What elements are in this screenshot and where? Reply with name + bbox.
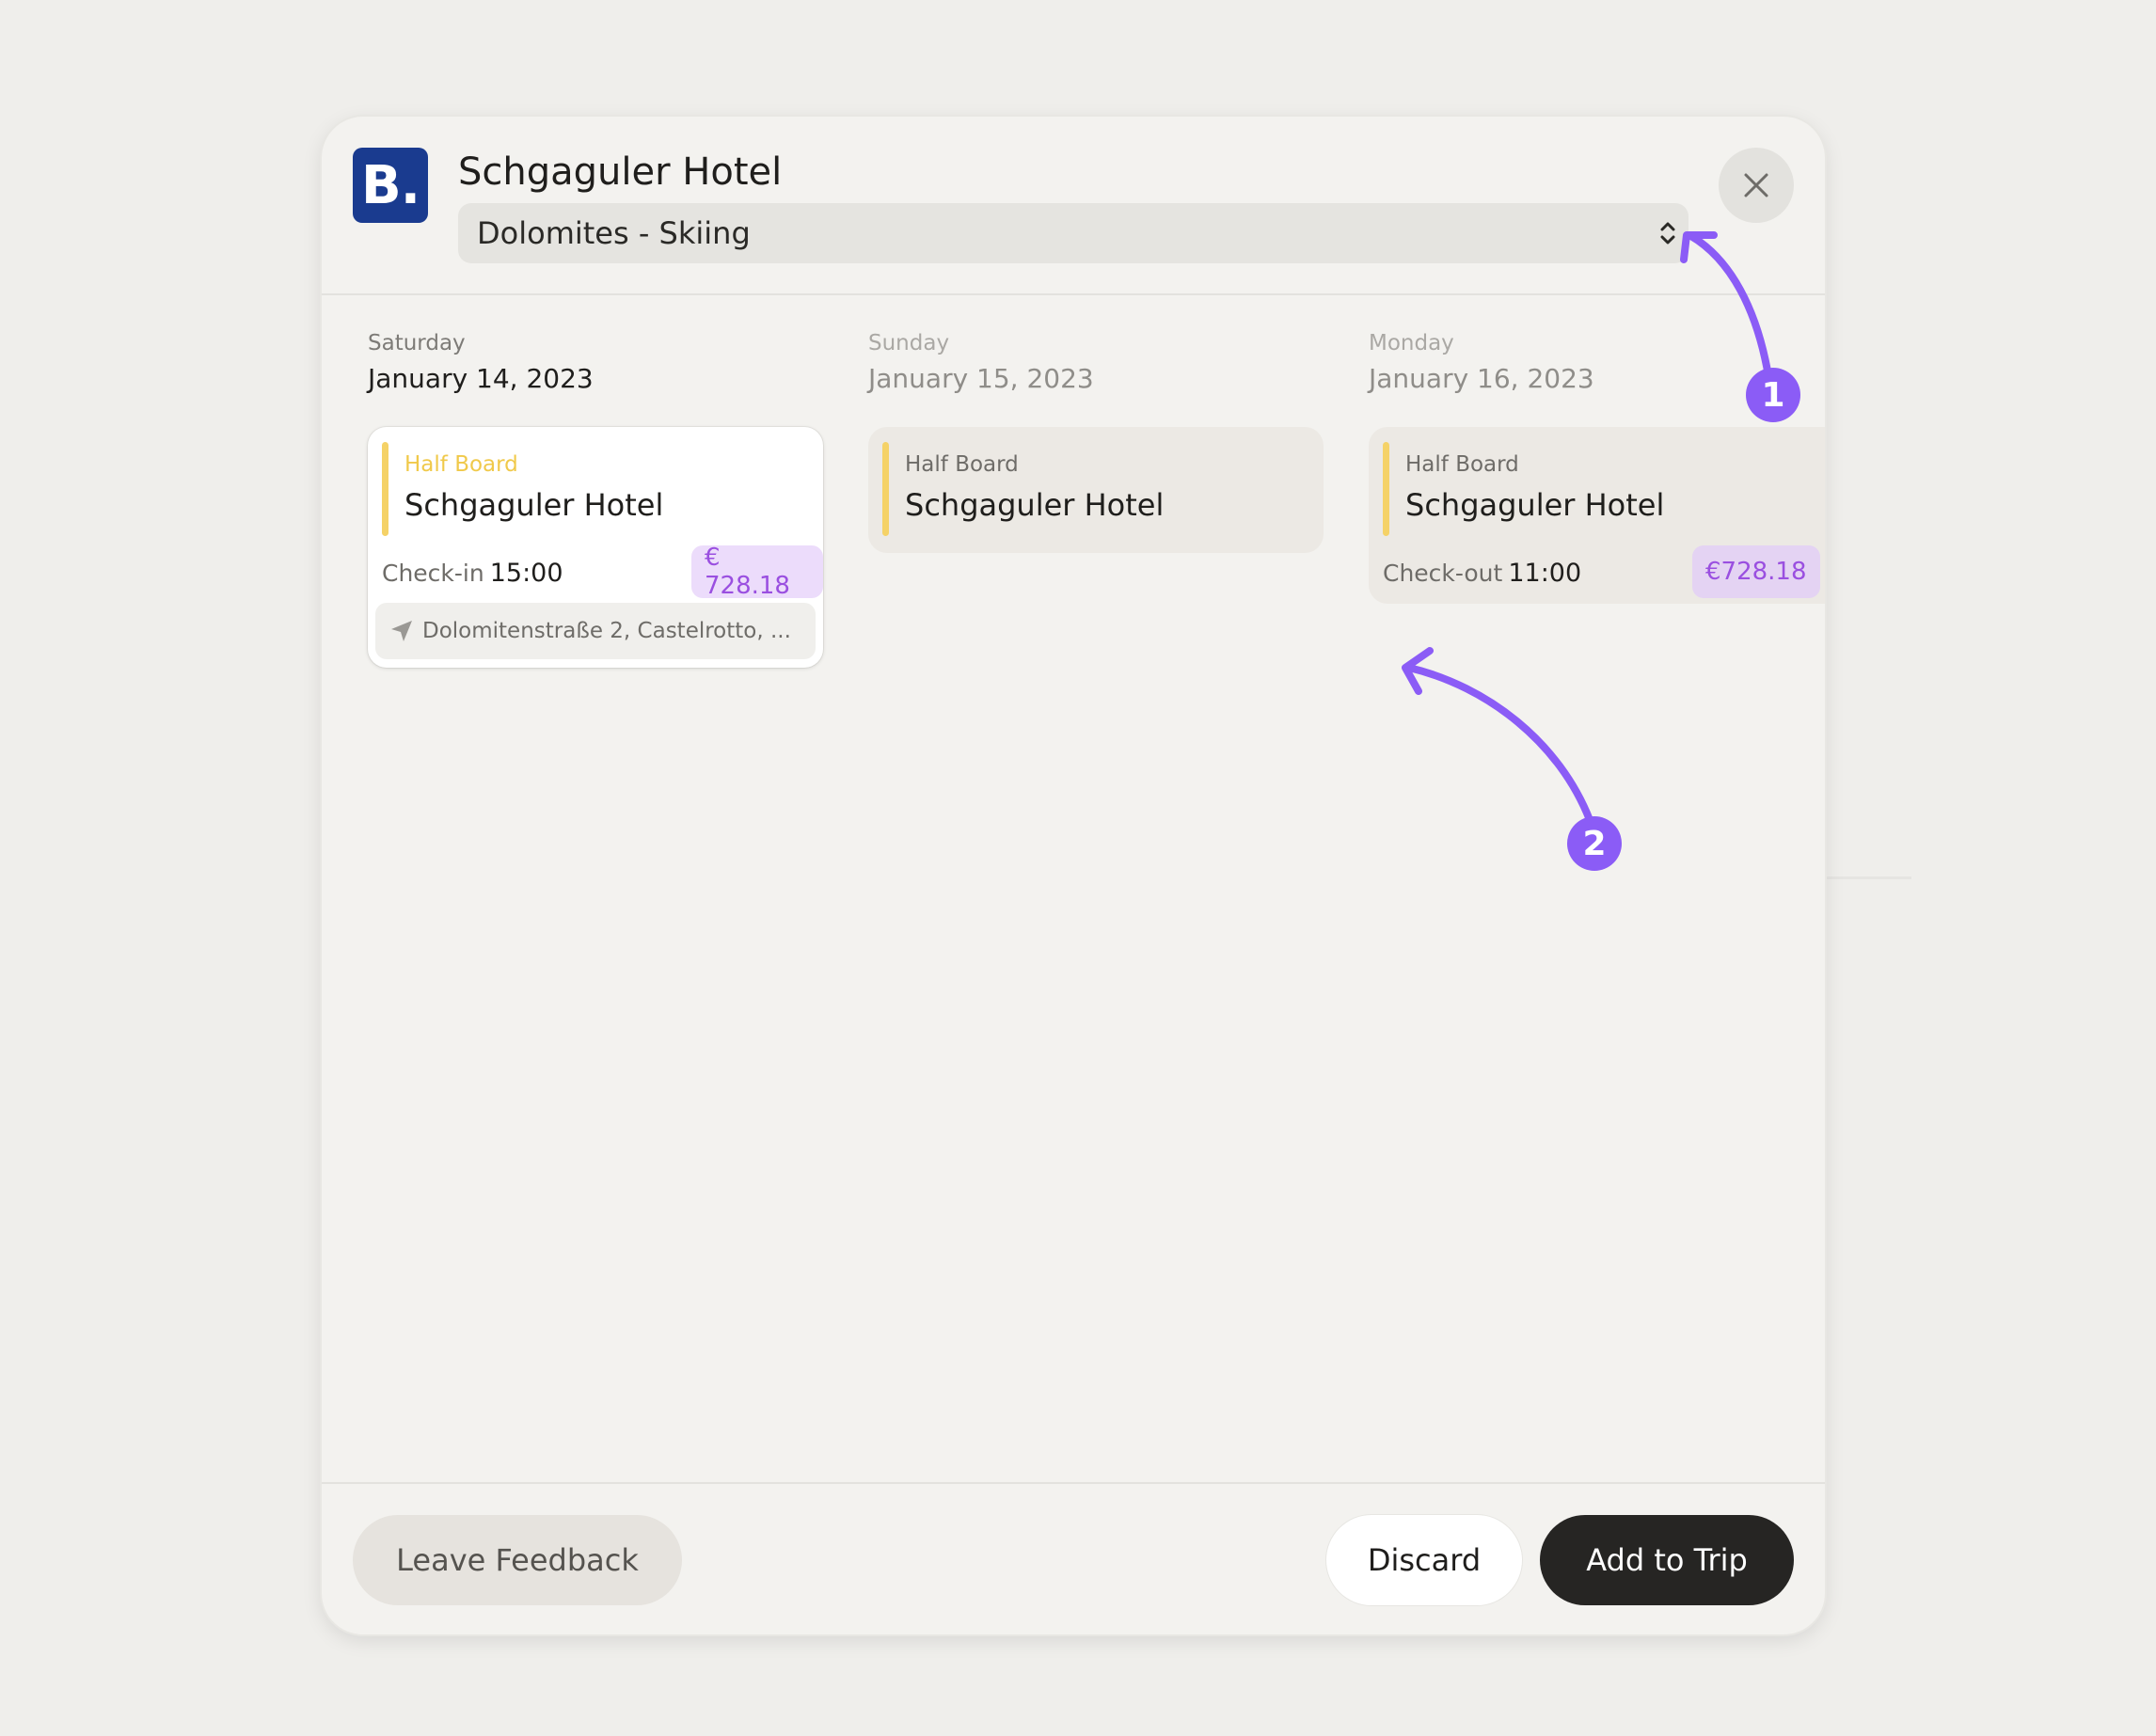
day-weekday: Saturday xyxy=(368,331,466,355)
day-date: January 14, 2023 xyxy=(368,363,594,394)
trip-select-value: Dolomites - Skiing xyxy=(477,215,751,251)
board-color-bar xyxy=(382,442,388,536)
booking-modal: B. Schgaguler Hotel Dolomites - Skiing S… xyxy=(322,117,1825,1634)
location-arrow-icon xyxy=(391,621,412,641)
day-weekday: Sunday xyxy=(868,331,950,355)
board-type: Half Board xyxy=(905,452,1019,477)
checkout-label: Check-out xyxy=(1383,560,1503,587)
day-column-sunday: Sunday January 15, 2023 xyxy=(868,331,1094,394)
address-row[interactable]: Dolomitenstraße 2, Castelrotto, ... xyxy=(375,603,816,659)
background-divider xyxy=(1827,876,1911,879)
checkout-time: Check-out 11:00 xyxy=(1383,559,1581,588)
checkin-label: Check-in xyxy=(382,560,484,587)
booking-logo: B. xyxy=(353,148,428,223)
hotel-name: Schgaguler Hotel xyxy=(404,487,664,523)
price-badge: € 728.18 xyxy=(691,544,823,600)
discard-button[interactable]: Discard xyxy=(1326,1515,1522,1605)
stay-card-checkout[interactable]: Half Board Schgaguler Hotel Check-out 11:… xyxy=(1369,427,1825,604)
day-column-monday: Monday January 16, 2023 xyxy=(1369,331,1594,394)
close-icon xyxy=(1744,173,1768,197)
board-color-bar xyxy=(1383,442,1389,536)
add-to-trip-button[interactable]: Add to Trip xyxy=(1540,1515,1794,1605)
chevron-up-down-icon xyxy=(1660,222,1675,245)
checkin-value: 15:00 xyxy=(489,559,563,588)
page: B. Schgaguler Hotel Dolomites - Skiing S… xyxy=(0,0,2156,1736)
leave-feedback-button[interactable]: Leave Feedback xyxy=(353,1515,682,1605)
day-column-saturday: Saturday January 14, 2023 xyxy=(368,331,594,394)
stay-card-night[interactable]: Half Board Schgaguler Hotel xyxy=(868,427,1324,553)
day-weekday: Monday xyxy=(1369,331,1454,355)
board-type: Half Board xyxy=(404,452,518,477)
close-button[interactable] xyxy=(1719,148,1794,223)
price-badge: €728.18 xyxy=(1692,545,1820,598)
checkout-value: 11:00 xyxy=(1508,559,1582,588)
annotation-badge-1: 1 xyxy=(1746,368,1800,422)
checkin-time: Check-in 15:00 xyxy=(382,559,563,588)
hotel-name: Schgaguler Hotel xyxy=(905,487,1165,523)
board-color-bar xyxy=(882,442,889,536)
hotel-name: Schgaguler Hotel xyxy=(1405,487,1665,523)
stay-card-checkin[interactable]: Half Board Schgaguler Hotel Check-in 15:0… xyxy=(368,427,823,668)
modal-header: B. Schgaguler Hotel Dolomites - Skiing xyxy=(322,117,1825,295)
annotation-badge-2: 2 xyxy=(1567,816,1622,871)
day-date: January 16, 2023 xyxy=(1369,363,1594,394)
modal-title: Schgaguler Hotel xyxy=(458,150,783,194)
trip-select[interactable]: Dolomites - Skiing xyxy=(458,203,1688,263)
address-text: Dolomitenstraße 2, Castelrotto, ... xyxy=(422,619,791,643)
board-type: Half Board xyxy=(1405,452,1519,477)
modal-footer: Leave Feedback Discard Add to Trip xyxy=(322,1482,1825,1634)
day-date: January 15, 2023 xyxy=(868,363,1094,394)
